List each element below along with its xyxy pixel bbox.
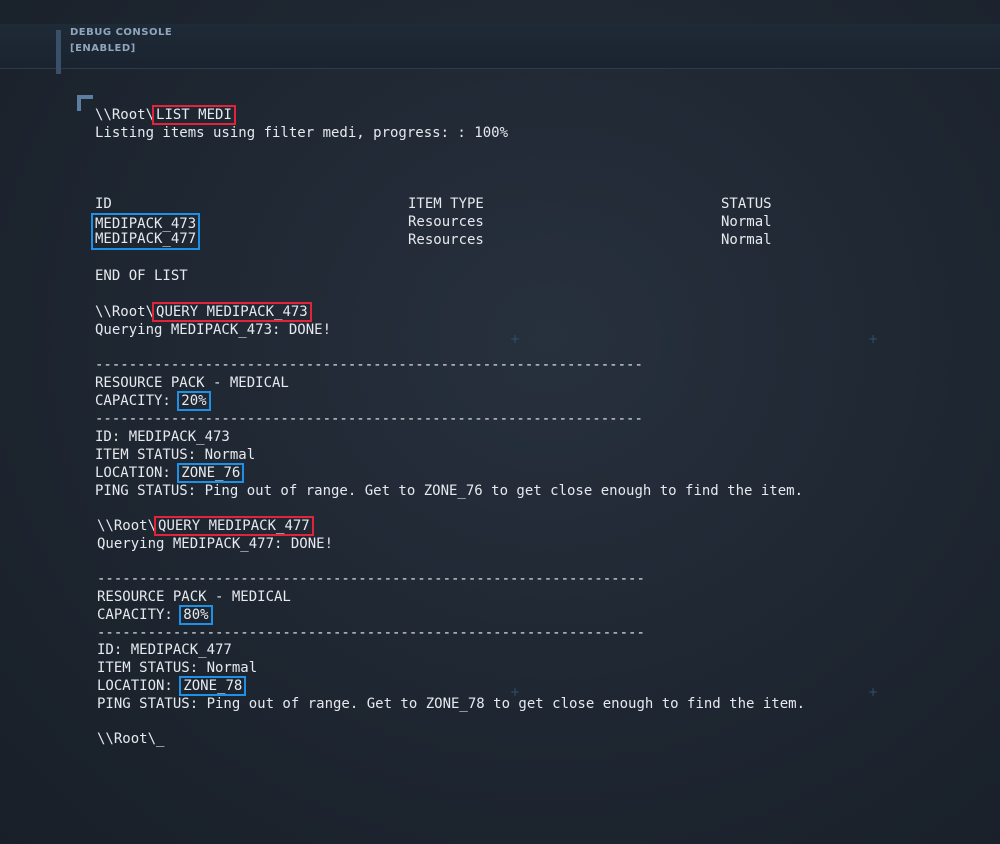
table-header-id: ID xyxy=(95,196,112,212)
table-header-status: STATUS xyxy=(721,196,772,212)
table-row-status: Normal xyxy=(721,214,772,230)
prompt: \\Root\ xyxy=(95,107,155,123)
pack-title: RESOURCE PACK - MEDICAL xyxy=(95,375,289,391)
location-value: ZONE_78 xyxy=(179,676,247,696)
prompt: \\Root\ xyxy=(97,518,157,534)
location-value: ZONE_76 xyxy=(177,463,245,483)
command-output: Listing items using filter medi, progres… xyxy=(95,125,509,141)
command-output: Querying MEDIPACK_477: DONE! xyxy=(97,536,334,552)
ping-status: PING STATUS: Ping out of range. Get to Z… xyxy=(97,696,806,712)
capacity-value: 20% xyxy=(177,391,211,411)
plus-marker-icon: + xyxy=(868,332,879,346)
table-row-id: MEDIPACK_477 xyxy=(91,231,201,250)
capacity-line: CAPACITY: 80% xyxy=(97,605,213,625)
capacity-value: 80% xyxy=(179,605,213,625)
corner-bracket-icon xyxy=(77,95,93,111)
header-accent xyxy=(56,30,61,74)
pack-title: RESOURCE PACK - MEDICAL xyxy=(97,589,291,605)
divider: ----------------------------------------… xyxy=(95,357,643,373)
plus-marker-icon: + xyxy=(868,685,879,699)
ping-status: PING STATUS: Ping out of range. Get to Z… xyxy=(95,483,804,499)
capacity-label: CAPACITY: xyxy=(97,607,182,623)
table-row-id: MEDIPACK_473 xyxy=(91,213,201,232)
command-line: \\Root\ LIST MEDI xyxy=(95,105,236,125)
input-prompt[interactable]: \\Root\_ xyxy=(97,730,164,748)
location-line: LOCATION: ZONE_76 xyxy=(95,463,245,483)
location-label: LOCATION: xyxy=(95,465,180,481)
divider: ----------------------------------------… xyxy=(97,571,645,587)
item-id: ID: MEDIPACK_473 xyxy=(95,429,230,445)
item-status: ITEM STATUS: Normal xyxy=(95,447,256,463)
console-state: [ENABLED] xyxy=(70,43,136,54)
location-line: LOCATION: ZONE_78 xyxy=(97,676,247,696)
item-status: ITEM STATUS: Normal xyxy=(97,660,258,676)
end-of-list: END OF LIST xyxy=(95,268,188,284)
command-list-medi: LIST MEDI xyxy=(152,105,236,125)
command-query-473: QUERY MEDIPACK_473 xyxy=(152,302,312,322)
capacity-label: CAPACITY: xyxy=(95,393,180,409)
command-line: \\Root\ QUERY MEDIPACK_477 xyxy=(97,516,314,536)
command-line: \\Root\ QUERY MEDIPACK_473 xyxy=(95,302,312,322)
prompt: \\Root\ xyxy=(95,304,155,320)
plus-marker-icon: + xyxy=(510,332,521,346)
item-id: ID: MEDIPACK_477 xyxy=(97,642,232,658)
command-output: Querying MEDIPACK_473: DONE! xyxy=(95,322,332,338)
table-row-status: Normal xyxy=(721,232,772,248)
table-row-type: Resources xyxy=(408,232,484,248)
command-query-477: QUERY MEDIPACK_477 xyxy=(154,516,314,536)
capacity-line: CAPACITY: 20% xyxy=(95,391,211,411)
console-title: DEBUG CONSOLE xyxy=(70,27,173,38)
table-row-type: Resources xyxy=(408,214,484,230)
table-header-type: ITEM TYPE xyxy=(408,196,484,212)
divider: ----------------------------------------… xyxy=(97,625,645,641)
divider: ----------------------------------------… xyxy=(95,411,643,427)
location-label: LOCATION: xyxy=(97,678,182,694)
